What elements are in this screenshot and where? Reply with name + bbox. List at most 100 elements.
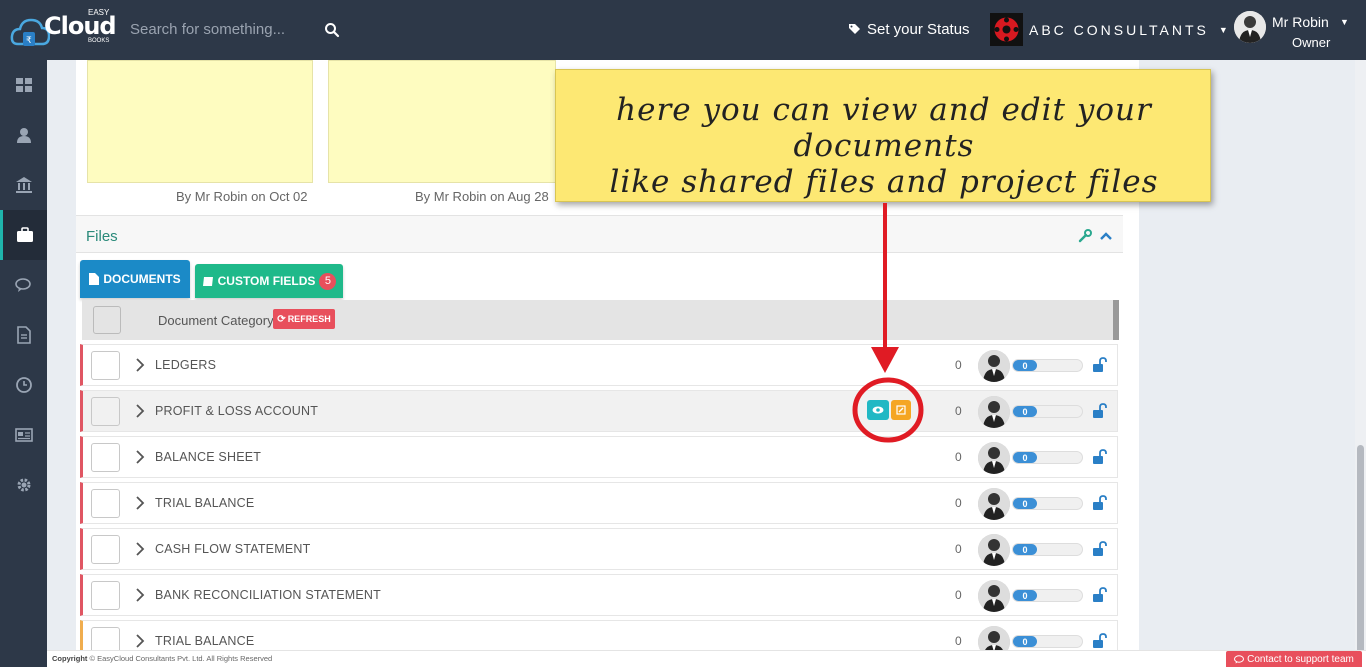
unlock-icon[interactable] (1091, 403, 1107, 419)
chevron-right-icon[interactable] (135, 542, 145, 556)
category-label: Document Category (158, 313, 274, 328)
progress-value: 0 (1013, 636, 1037, 647)
sidebar-item-users[interactable] (0, 110, 47, 160)
table-row[interactable]: CASH FLOW STATEMENT 0 0 (80, 528, 1118, 570)
copyright-label: Copyright (52, 654, 88, 663)
inner-scrollbar[interactable] (1113, 300, 1119, 340)
table-row[interactable]: BANK RECONCILIATION STATEMENT 0 0 (80, 574, 1118, 616)
row-checkbox[interactable] (91, 489, 120, 518)
gear-icon (17, 478, 30, 492)
sidebar (0, 60, 47, 667)
progress-bar: 0 (1012, 359, 1083, 372)
refresh-button[interactable]: ⟳ REFRESH (273, 309, 335, 329)
set-status-label: Set your Status (867, 21, 970, 38)
clock-icon (15, 377, 32, 393)
sidebar-item-dashboard[interactable] (0, 60, 47, 110)
progress-bar: 0 (1012, 635, 1083, 648)
sidebar-item-files[interactable] (0, 210, 47, 260)
company-selector[interactable]: ABC CONSULTANTS ▼ (990, 13, 1228, 46)
avatar (978, 396, 1010, 428)
scrollbar-thumb[interactable] (1357, 445, 1364, 667)
row-count: 0 (955, 404, 962, 418)
set-status-button[interactable]: Set your Status (848, 21, 970, 38)
sidebar-item-documents[interactable] (0, 310, 47, 360)
row-checkbox[interactable] (91, 581, 120, 610)
progress-value: 0 (1013, 544, 1037, 555)
progress-value: 0 (1013, 406, 1037, 417)
chevron-right-icon[interactable] (135, 404, 145, 418)
category-header: Document Category ⟳ REFRESH (82, 300, 1115, 340)
chevron-up-icon[interactable] (1100, 231, 1112, 241)
callout-arrow (852, 203, 924, 443)
sidebar-item-chat[interactable] (0, 260, 47, 310)
chevron-down-icon: ▼ (1218, 24, 1228, 35)
user-role: Owner (1292, 35, 1331, 50)
chat-icon (14, 278, 31, 292)
row-name: PROFIT & LOSS ACCOUNT (155, 404, 319, 418)
table-row[interactable]: BALANCE SHEET 0 0 (80, 436, 1118, 478)
row-checkbox[interactable] (91, 535, 120, 564)
chevron-right-icon[interactable] (135, 588, 145, 602)
progress-bar: 0 (1012, 451, 1083, 464)
progress-bar: 0 (1012, 589, 1083, 602)
sidebar-item-settings[interactable] (0, 460, 47, 510)
table-row[interactable]: PROFIT & LOSS ACCOUNT 0 0 (80, 390, 1118, 432)
copyright-text: Copyright © EasyCloud Consultants Pvt. L… (52, 654, 272, 663)
file-icon (89, 273, 100, 285)
refresh-icon: ⟳ (277, 313, 286, 325)
chevron-right-icon[interactable] (135, 634, 145, 648)
table-row[interactable]: TRIAL BALANCE 0 0 (80, 482, 1118, 524)
news-icon (14, 428, 33, 442)
tab-documents-label: DOCUMENTS (103, 272, 181, 286)
row-count: 0 (955, 496, 962, 510)
unlock-icon[interactable] (1091, 357, 1107, 373)
progress-value: 0 (1013, 360, 1037, 371)
progress-value: 0 (1013, 498, 1037, 509)
custom-fields-badge: 5 (319, 272, 337, 290)
search-input[interactable]: Search for something... (130, 21, 285, 38)
tab-custom-fields-label: CUSTOM FIELDS (217, 274, 316, 288)
note-card[interactable] (328, 60, 556, 183)
easycloud-logo[interactable]: ₹ Cloud EASY BOOKS (8, 6, 126, 54)
logo-books-text: BOOKS (88, 38, 110, 44)
support-label: Contact to support team (1247, 653, 1354, 665)
row-name: TRIAL BALANCE (155, 634, 255, 648)
sidebar-item-time[interactable] (0, 360, 47, 410)
refresh-label: REFRESH (287, 314, 331, 324)
files-title: Files (86, 228, 118, 245)
contact-support-button[interactable]: Contact to support team (1226, 651, 1362, 667)
chevron-right-icon[interactable] (135, 358, 145, 372)
note-caption: By Mr Robin on Oct 02 (176, 189, 308, 204)
row-checkbox[interactable] (91, 443, 120, 472)
row-name: BANK RECONCILIATION STATEMENT (155, 588, 381, 602)
row-name: TRIAL BALANCE (155, 496, 255, 510)
unlock-icon[interactable] (1091, 495, 1107, 511)
user-icon (16, 128, 31, 143)
page-scrollbar[interactable] (1355, 60, 1366, 667)
unlock-icon[interactable] (1091, 633, 1107, 649)
row-count: 0 (955, 588, 962, 602)
document-icon (16, 326, 31, 344)
row-checkbox[interactable] (91, 351, 120, 380)
avatar (978, 580, 1010, 612)
chat-icon (1234, 654, 1245, 663)
unlock-icon[interactable] (1091, 541, 1107, 557)
wrench-icon[interactable] (1078, 229, 1092, 243)
unlock-icon[interactable] (1091, 449, 1107, 465)
note-card[interactable] (87, 60, 313, 183)
table-row[interactable]: LEDGERS 0 0 (80, 344, 1118, 386)
unlock-icon[interactable] (1091, 587, 1107, 603)
chevron-right-icon[interactable] (135, 450, 145, 464)
row-checkbox[interactable] (91, 397, 120, 426)
sidebar-item-bank[interactable] (0, 160, 47, 210)
sidebar-item-news[interactable] (0, 410, 47, 460)
user-name: Mr Robin (1272, 14, 1329, 30)
search-icon[interactable] (324, 22, 340, 38)
select-all-checkbox[interactable] (93, 306, 121, 334)
chevron-right-icon[interactable] (135, 496, 145, 510)
avatar (978, 442, 1010, 474)
tab-custom-fields[interactable]: CUSTOM FIELDS 5 (195, 264, 343, 298)
company-name: ABC CONSULTANTS (1029, 21, 1209, 38)
progress-value: 0 (1013, 452, 1037, 463)
tab-documents[interactable]: DOCUMENTS (80, 260, 190, 298)
